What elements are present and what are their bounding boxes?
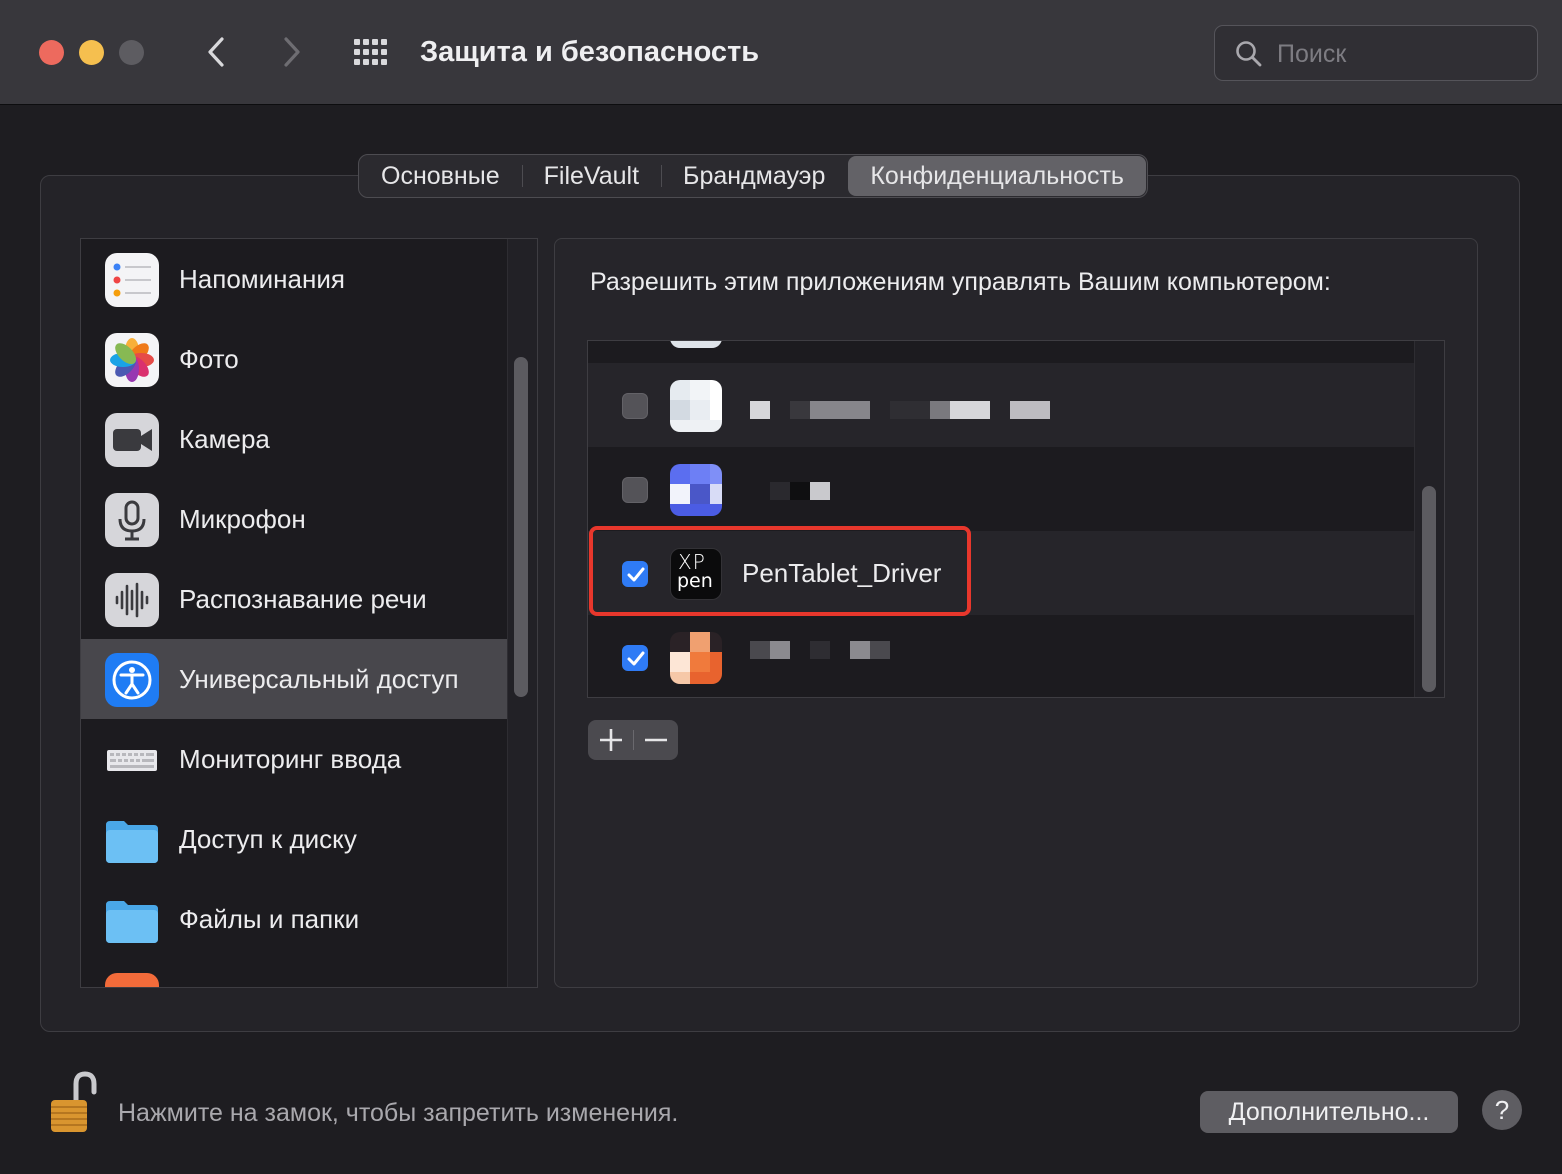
app-icon	[670, 380, 722, 432]
microphone-icon	[105, 493, 159, 547]
accessibility-icon	[105, 653, 159, 707]
unlocked-padlock-icon	[51, 1071, 97, 1132]
sidebar-scroll-thumb[interactable]	[514, 357, 528, 697]
app-permission-checkbox[interactable]	[622, 393, 648, 419]
add-app-button[interactable]	[588, 720, 633, 760]
help-button[interactable]: ?	[1482, 1090, 1522, 1130]
tab-general[interactable]: Основные	[359, 155, 522, 197]
tab-bar: Основные FileVault Брандмауэр Конфиденци…	[358, 154, 1148, 198]
sidebar-item-speech-recognition[interactable]: Распознавание речи	[81, 559, 507, 639]
sidebar-item-label: Файлы и папки	[179, 904, 360, 934]
sidebar-item-photos[interactable]: Фото	[81, 319, 507, 399]
sidebar-item-camera[interactable]: Камера	[81, 399, 507, 479]
camera-icon	[105, 413, 159, 467]
reminders-icon	[105, 253, 159, 307]
sidebar-item-input-monitoring[interactable]: Мониторинг ввода	[81, 719, 507, 799]
forward-button[interactable]	[272, 30, 312, 74]
speech-recognition-icon	[105, 573, 159, 627]
sidebar-item-label: Микрофон	[179, 504, 306, 534]
app-permission-list[interactable]: XP pen PenTablet_Driver	[587, 340, 1445, 698]
xppen-logo-icon: XP pen	[670, 548, 722, 600]
app-permission-checkbox[interactable]	[622, 561, 648, 587]
sidebar-item-label: Напоминания	[179, 264, 345, 294]
chevron-left-icon	[208, 37, 224, 67]
sidebar-item-label: Универсальный доступ	[179, 664, 459, 694]
sidebar-item-label: Камера	[179, 424, 270, 454]
close-window-button[interactable]	[39, 40, 64, 65]
lock-hint-text: Нажмите на замок, чтобы запретить измене…	[118, 1099, 679, 1127]
back-button[interactable]	[196, 30, 236, 74]
folder-icon	[105, 813, 159, 867]
add-remove-controls	[588, 720, 678, 760]
title-bar: Защита и безопасность	[0, 0, 1562, 105]
app-icon	[670, 632, 722, 684]
list-item-pentablet-driver[interactable]: XP pen PenTablet_Driver	[588, 531, 1414, 615]
sidebar-item-label: Мониторинг ввода	[179, 744, 402, 774]
chevron-right-icon	[284, 37, 300, 67]
privacy-category-list[interactable]: Напоминания Фото Камера Микрофон Распозн…	[80, 238, 538, 988]
photos-icon	[105, 333, 159, 387]
remove-app-button[interactable]	[633, 720, 678, 760]
checkmark-icon	[627, 567, 645, 582]
app-permission-checkbox[interactable]	[622, 645, 648, 671]
list-item[interactable]	[588, 363, 1414, 447]
tab-privacy[interactable]: Конфиденциальность	[848, 156, 1146, 196]
app-icon	[670, 341, 722, 348]
sidebar-item-accessibility[interactable]: Универсальный доступ	[81, 639, 507, 719]
panel-heading: Разрешить этим приложениям управлять Ваш…	[590, 268, 1331, 296]
sidebar-item-label: Распознавание речи	[179, 584, 427, 614]
search-field[interactable]	[1214, 25, 1538, 81]
sidebar-item-files-and-folders[interactable]: Файлы и папки	[81, 879, 507, 959]
sidebar-item-label: Фото	[179, 344, 239, 374]
sidebar-item-label: Доступ к диску	[179, 824, 357, 854]
sidebar-item-microphone[interactable]: Микрофон	[81, 479, 507, 559]
list-item[interactable]	[588, 447, 1414, 531]
app-icon	[105, 973, 159, 987]
list-item[interactable]	[588, 615, 1414, 697]
plus-icon	[600, 729, 622, 751]
grid-icon	[354, 39, 387, 65]
app-name: PenTablet_Driver	[742, 558, 942, 588]
minimize-window-button[interactable]	[79, 40, 104, 65]
zoom-window-button[interactable]	[119, 40, 144, 65]
app-icon	[670, 464, 722, 516]
sidebar-item-disk-access[interactable]: Доступ к диску	[81, 799, 507, 879]
checkmark-icon	[627, 651, 645, 666]
app-permission-checkbox[interactable]	[622, 477, 648, 503]
list-item[interactable]	[588, 341, 1414, 363]
app-list-scroll-thumb[interactable]	[1422, 486, 1436, 692]
search-icon	[1236, 41, 1262, 67]
keyboard-icon	[105, 733, 159, 787]
folder-icon	[105, 893, 159, 947]
sidebar-item-partial[interactable]	[81, 959, 507, 987]
lock-button[interactable]	[48, 1070, 100, 1136]
show-all-button[interactable]	[350, 34, 394, 70]
advanced-button[interactable]: Дополнительно...	[1200, 1091, 1458, 1133]
search-input[interactable]	[1275, 36, 1529, 72]
sidebar-item-reminders[interactable]: Напоминания	[81, 239, 507, 319]
tab-filevault[interactable]: FileVault	[521, 155, 661, 197]
tab-firewall[interactable]: Брандмауэр	[661, 155, 847, 197]
window-title: Защита и безопасность	[420, 36, 760, 68]
minus-icon	[645, 738, 667, 742]
